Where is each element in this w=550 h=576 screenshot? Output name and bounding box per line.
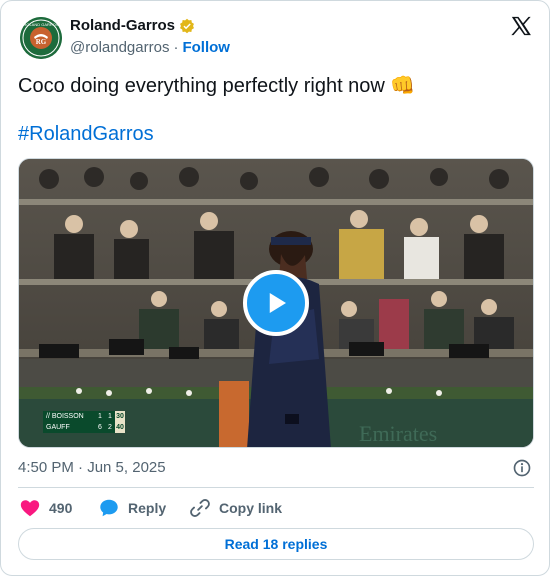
follow-button[interactable]: Follow xyxy=(182,39,230,56)
svg-text:ROLAND GARROS: ROLAND GARROS xyxy=(23,22,58,27)
like-button[interactable]: 490 xyxy=(19,497,72,519)
reply-bubble-icon xyxy=(100,499,118,517)
heart-icon xyxy=(20,500,40,517)
x-logo-icon[interactable] xyxy=(510,15,532,37)
reply-label: Reply xyxy=(128,500,167,516)
svg-text:RG: RG xyxy=(36,38,47,46)
author-handle-row: @rolandgarros · Follow xyxy=(70,39,230,56)
read-replies-button[interactable]: Read 18 replies xyxy=(18,528,534,560)
video-player[interactable]: Emirates // BOISSON 1 1 30 GAUFF 6 2 40 xyxy=(18,158,534,448)
author-name-row: Roland-Garros xyxy=(70,17,195,34)
play-icon xyxy=(269,293,286,313)
roland-garros-logo-icon: RG ROLAND GARROS xyxy=(20,17,62,59)
play-button[interactable] xyxy=(243,270,309,336)
scoreboard-row: // BOISSON 1 1 30 xyxy=(43,411,127,422)
link-icon xyxy=(190,499,210,517)
tweet-card: RG ROLAND GARROS Roland-Garros @rolandga… xyxy=(0,0,550,576)
divider xyxy=(18,487,534,488)
hashtag-link[interactable]: #RolandGarros xyxy=(18,121,154,147)
author-handle[interactable]: @rolandgarros xyxy=(70,39,169,56)
verified-badge-icon xyxy=(180,18,194,33)
tweet-text: Coco doing everything perfectly right no… xyxy=(18,75,416,97)
tweet-timestamp[interactable]: 4:50 PM · Jun 5, 2025 xyxy=(18,459,166,476)
reply-button[interactable]: Reply xyxy=(98,497,166,519)
scoreboard: // BOISSON 1 1 30 GAUFF 6 2 40 xyxy=(43,411,127,433)
copy-link-label: Copy link xyxy=(219,500,283,516)
avatar[interactable]: RG ROLAND GARROS xyxy=(20,17,62,59)
like-count: 490 xyxy=(49,500,73,516)
scoreboard-row: GAUFF 6 2 40 xyxy=(43,422,127,433)
separator-dot: · xyxy=(173,39,179,56)
copy-link-button[interactable]: Copy link xyxy=(189,497,282,519)
info-icon[interactable] xyxy=(512,458,532,478)
svg-text:Emirates: Emirates xyxy=(359,421,437,446)
author-name[interactable]: Roland-Garros xyxy=(70,17,175,34)
